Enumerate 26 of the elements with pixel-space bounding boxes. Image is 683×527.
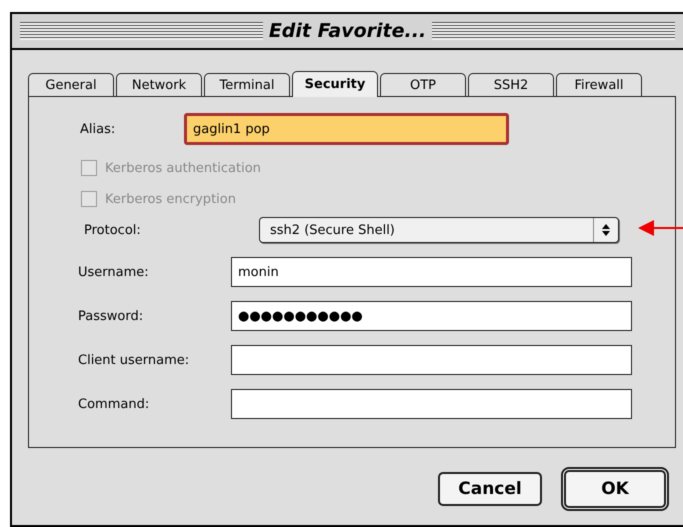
input-field[interactable] [231,389,632,419]
updown-arrows-icon [602,224,610,236]
tab[interactable]: SSH2 [468,73,554,96]
input-field[interactable]: monin [231,257,632,287]
window-title: Edit Favorite... [268,20,426,42]
tab[interactable]: Terminal [204,73,290,96]
checkbox-label: Kerberos encryption [105,192,236,206]
tab[interactable]: General [28,73,114,96]
tab[interactable]: Firewall [556,73,642,96]
arrow-icon [638,218,683,238]
field-label: Command: [78,396,150,412]
field-label: Protocol: [84,222,142,238]
input-field[interactable]: ●●●●●●●●●●● [231,301,632,331]
ok-button[interactable]: OK [561,467,669,511]
checkbox-label: Kerberos authentication [105,160,261,176]
tab[interactable]: Security [292,71,378,97]
field-label: Alias: [80,122,116,136]
tab[interactable]: Network [116,73,202,96]
protocol-dropdown[interactable]: ssh2 (Secure Shell) [259,217,619,243]
field-label: Client username: [78,352,190,368]
cancel-button[interactable]: Cancel [438,472,542,506]
input-field[interactable] [231,345,632,375]
field-label: Password: [78,308,144,324]
input-field[interactable]: gaglin1 pop [184,113,509,145]
field-label: Username: [78,264,150,280]
tab[interactable]: OTP [380,73,466,96]
